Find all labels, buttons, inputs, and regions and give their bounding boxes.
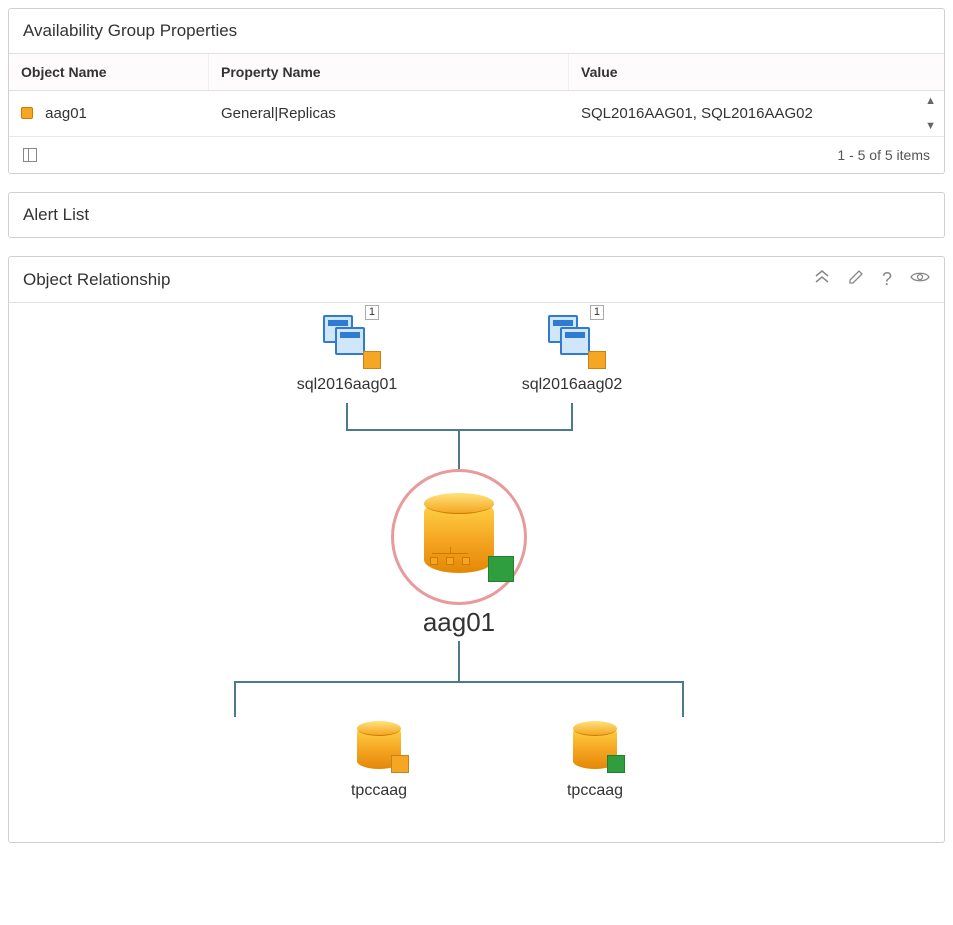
replica-tree-icon — [430, 547, 470, 565]
help-icon[interactable]: ? — [882, 269, 892, 290]
status-badge-icon — [607, 755, 625, 773]
center-circle — [391, 469, 527, 605]
connector-line — [458, 429, 460, 469]
badge-count: 1 — [365, 305, 379, 320]
availability-group-properties-panel: Availability Group Properties Object Nam… — [8, 8, 945, 174]
scroll-up-icon[interactable]: ▲ — [925, 95, 936, 107]
node-child-db[interactable]: tpccaag — [535, 719, 655, 800]
table-footer: 1 - 5 of 5 items — [9, 136, 944, 173]
alert-list-panel: Alert List — [8, 192, 945, 238]
table-header-row: Object Name Property Name Value — [9, 53, 944, 91]
panel-title: Object Relationship ? — [9, 257, 944, 302]
scroll-arrows: ▲ ▼ — [925, 91, 936, 136]
column-header-object[interactable]: Object Name — [9, 54, 209, 90]
badge-count: 1 — [590, 305, 604, 320]
collapse-icon[interactable] — [814, 269, 830, 290]
panel-title-text: Availability Group Properties — [23, 21, 237, 41]
columns-icon[interactable] — [23, 148, 37, 162]
cell-object-text: aag01 — [45, 105, 87, 122]
node-label: tpccaag — [319, 782, 439, 800]
table-row[interactable]: aag01 General|Replicas SQL2016AAG01, SQL… — [9, 91, 944, 136]
column-header-value[interactable]: Value — [569, 54, 944, 90]
scroll-down-icon[interactable]: ▼ — [925, 120, 936, 132]
node-label: tpccaag — [535, 782, 655, 800]
status-badge-icon — [391, 755, 409, 773]
table-body: aag01 General|Replicas SQL2016AAG01, SQL… — [9, 91, 944, 136]
edit-icon[interactable] — [848, 269, 864, 290]
object-icon — [21, 107, 35, 121]
panel-title: Alert List — [9, 193, 944, 237]
connector-line — [571, 403, 573, 429]
status-badge-icon — [488, 556, 514, 582]
eye-icon[interactable] — [910, 269, 930, 290]
object-relationship-panel: Object Relationship ? — [8, 256, 945, 843]
cell-object: aag01 — [9, 91, 209, 136]
node-child-db[interactable]: tpccaag — [319, 719, 439, 800]
node-parent-vm[interactable]: 1 sql2016aag02 — [512, 311, 632, 394]
status-badge-icon — [363, 351, 381, 369]
cell-value: SQL2016AAG01, SQL2016AAG02 — [569, 91, 944, 136]
node-center[interactable]: aag01 — [391, 469, 527, 638]
connector-line — [458, 641, 460, 681]
connector-line — [346, 403, 348, 429]
connector-line — [234, 681, 236, 717]
node-label: sql2016aag01 — [287, 376, 407, 394]
node-label: sql2016aag02 — [512, 376, 632, 394]
node-label: aag01 — [391, 607, 527, 638]
relationship-diagram: 1 sql2016aag01 1 sql2016aag02 — [9, 302, 944, 842]
pagination-text: 1 - 5 of 5 items — [837, 147, 930, 163]
panel-actions: ? — [814, 269, 930, 290]
status-badge-icon — [588, 351, 606, 369]
cell-property: General|Replicas — [209, 91, 569, 136]
panel-title: Availability Group Properties — [9, 9, 944, 53]
connector-line — [234, 681, 684, 683]
connector-line — [682, 681, 684, 717]
panel-title-text: Alert List — [23, 205, 89, 225]
panel-title-text: Object Relationship — [23, 270, 170, 290]
node-parent-vm[interactable]: 1 sql2016aag01 — [287, 311, 407, 394]
column-header-property[interactable]: Property Name — [209, 54, 569, 90]
